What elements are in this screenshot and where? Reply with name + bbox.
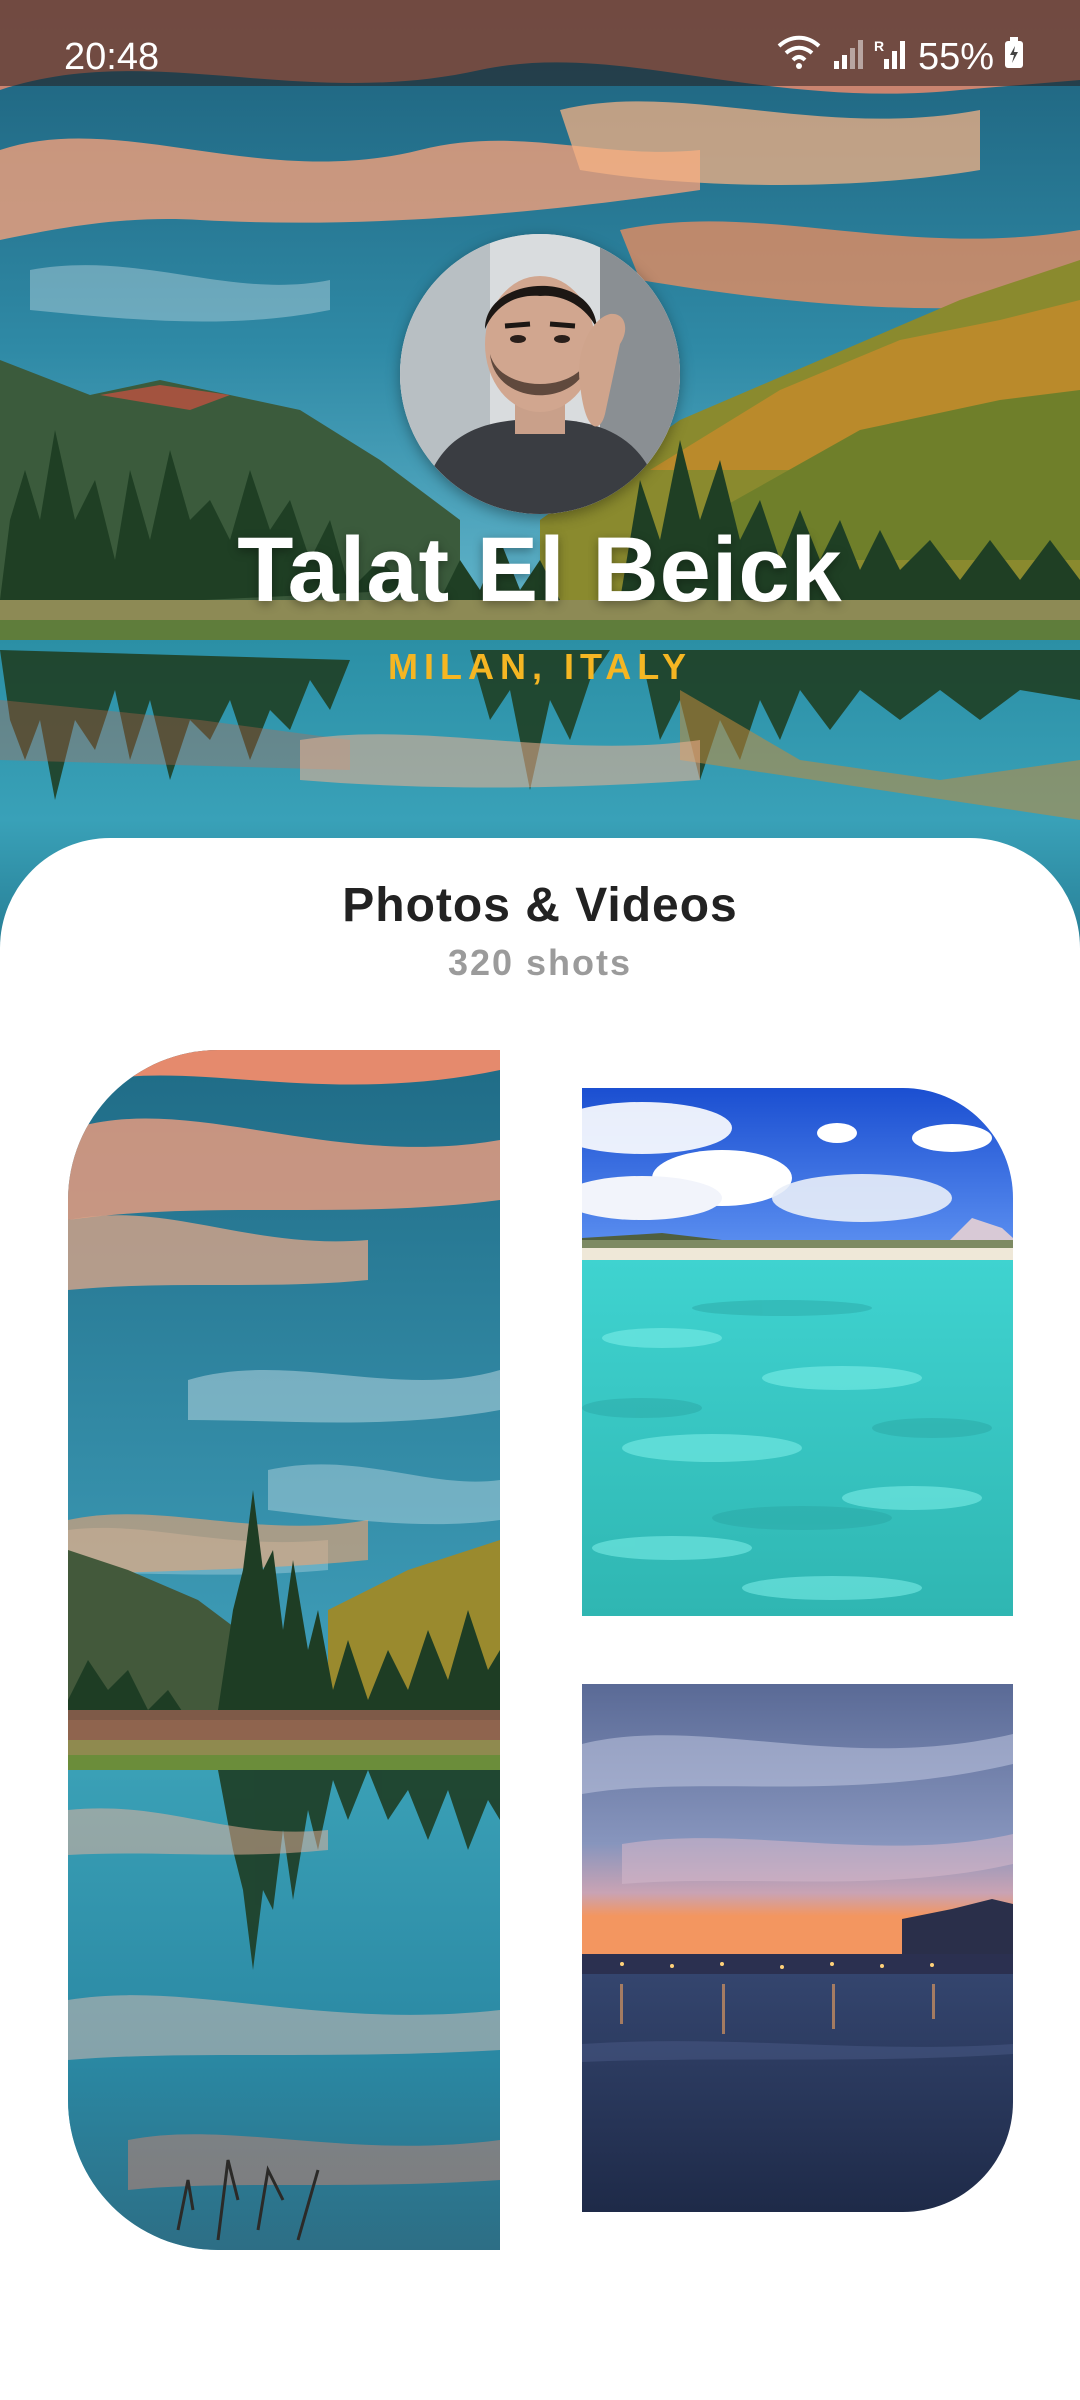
avatar[interactable] [400,234,680,514]
battery-percent: 55% [917,36,994,78]
signal-icon: R [874,36,908,79]
status-icons: R 55% [776,34,1024,80]
mountain-lake-photo[interactable] [68,1050,500,2250]
wifi-icon [776,34,822,80]
profile-location: MILAN, ITALY [388,646,692,687]
section-count: 320 shots [447,942,633,983]
tropical-beach-photo[interactable] [582,1088,1013,1616]
battery-icon [1004,36,1024,79]
signal-icon [832,36,864,79]
status-bar: 20:48 R 55% [0,0,1080,86]
svg-text:R: R [874,38,884,54]
status-time: 20:48 [64,36,160,78]
harbor-sunset-photo[interactable] [582,1684,1013,2212]
section-title: Photos & Videos [342,879,738,932]
profile-name: Talat El Beick [237,519,843,621]
